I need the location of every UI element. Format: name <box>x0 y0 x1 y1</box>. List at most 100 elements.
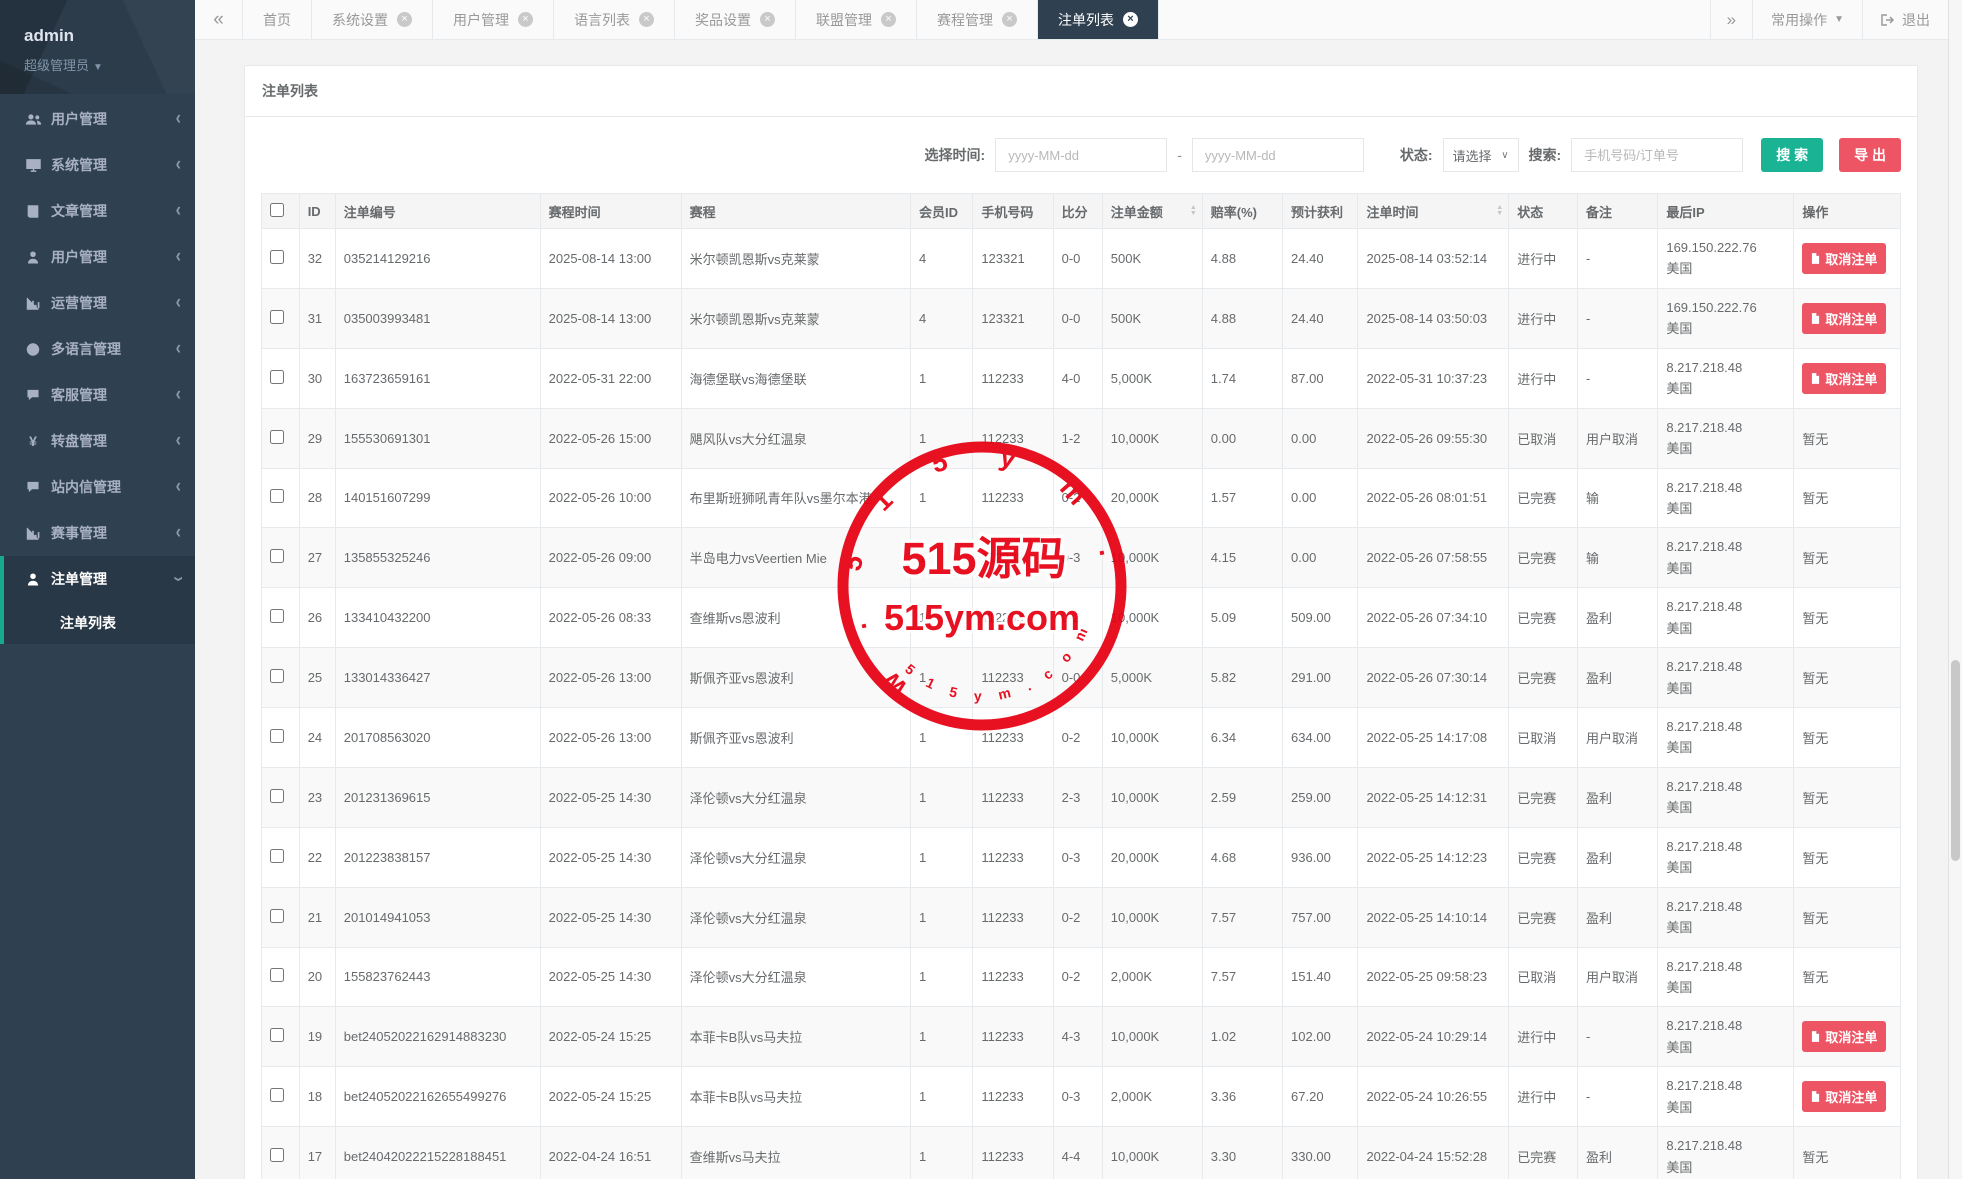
row-checkbox[interactable] <box>270 1148 284 1162</box>
cell-ip: 8.217.218.48美国 <box>1658 468 1794 528</box>
tab-close-icon[interactable]: × <box>518 12 533 27</box>
row-checkbox[interactable] <box>270 310 284 324</box>
column-header-预计获利: 预计获利 <box>1283 194 1358 229</box>
tab-close-icon[interactable]: × <box>397 12 412 27</box>
vertical-scrollbar[interactable] <box>1948 0 1962 1179</box>
tab-系统设置[interactable]: 系统设置× <box>312 0 433 39</box>
status-select[interactable]: 请选择 ∨ <box>1443 138 1519 172</box>
sort-icon[interactable]: ▲▼ <box>1190 205 1197 217</box>
row-checkbox[interactable] <box>270 250 284 264</box>
cell-checkbox <box>262 827 300 887</box>
sidebar-item-多语言管理[interactable]: 多语言管理‹ <box>0 326 195 372</box>
expand-tabs-button[interactable]: » <box>1710 0 1752 39</box>
tab-close-icon[interactable]: × <box>639 12 654 27</box>
tab-close-icon[interactable]: × <box>881 12 896 27</box>
row-checkbox[interactable] <box>270 489 284 503</box>
cell-member_id: 4 <box>911 229 973 289</box>
cell-odds: 4.15 <box>1202 528 1282 588</box>
row-checkbox[interactable] <box>270 609 284 623</box>
row-checkbox[interactable] <box>270 1088 284 1102</box>
cell-member_id: 1 <box>911 468 973 528</box>
sidebar-item-注单管理[interactable]: 注单管理‹ <box>0 556 195 602</box>
tab-close-icon[interactable]: × <box>1123 12 1138 27</box>
row-checkbox[interactable] <box>270 1028 284 1042</box>
tab-label: 用户管理 <box>453 10 509 30</box>
cell-id: 32 <box>299 229 335 289</box>
row-checkbox[interactable] <box>270 729 284 743</box>
scrollbar-thumb[interactable] <box>1951 660 1960 860</box>
tab-close-icon[interactable]: × <box>760 12 775 27</box>
sidebar-item-赛事管理[interactable]: 赛事管理‹ <box>0 510 195 556</box>
sidebar-item-站内信管理[interactable]: 站内信管理‹ <box>0 464 195 510</box>
sidebar-item-转盘管理[interactable]: ¥转盘管理‹ <box>0 418 195 464</box>
sidebar-item-系统管理[interactable]: 系统管理‹ <box>0 142 195 188</box>
date-to-input[interactable] <box>1192 138 1364 172</box>
cell-odds: 6.34 <box>1202 708 1282 768</box>
tab-label: 首页 <box>263 10 291 30</box>
tab-用户管理[interactable]: 用户管理 × <box>433 0 554 39</box>
role-dropdown[interactable]: 超级管理员▼ <box>24 55 171 74</box>
column-header-比分: 比分 <box>1053 194 1102 229</box>
cancel-order-button[interactable]: 取消注单 <box>1802 243 1886 274</box>
cell-score: 0-2 <box>1053 708 1102 768</box>
cell-amount: 500K <box>1102 288 1202 348</box>
search-button[interactable]: 搜 索 <box>1761 138 1823 172</box>
cancel-order-button[interactable]: 取消注单 <box>1802 1081 1886 1112</box>
cell-action: 暂无 <box>1794 708 1901 768</box>
select-all-checkbox[interactable] <box>270 203 284 217</box>
cell-checkbox <box>262 947 300 1007</box>
row-checkbox[interactable] <box>270 669 284 683</box>
collapse-sidebar-button[interactable]: « <box>195 0 243 39</box>
cell-status: 已完赛 <box>1509 468 1578 528</box>
ip-location: 美国 <box>1666 678 1785 699</box>
cell-status: 已完赛 <box>1509 588 1578 648</box>
tab-close-icon[interactable]: × <box>1002 12 1017 27</box>
sidebar-item-用户管理[interactable]: 用户管理‹ <box>0 96 195 142</box>
tab-奖品设置[interactable]: 奖品设置× <box>675 0 796 39</box>
cell-odds: 0.00 <box>1202 408 1282 468</box>
tab-联盟管理[interactable]: 联盟管理× <box>796 0 917 39</box>
cell-score: 0-2 <box>1053 947 1102 1007</box>
table-row: 261334104322002022-05-26 08:33查维斯vs恩波利11… <box>262 588 1901 648</box>
row-checkbox[interactable] <box>270 789 284 803</box>
common-operations-dropdown[interactable]: 常用操作▼ <box>1752 0 1862 39</box>
row-checkbox[interactable] <box>270 849 284 863</box>
cell-score: 0-0 <box>1053 229 1102 289</box>
tab-注单列表[interactable]: 注单列表× <box>1038 0 1159 39</box>
date-from-input[interactable] <box>995 138 1167 172</box>
cancel-order-button[interactable]: 取消注单 <box>1802 363 1886 394</box>
sidebar-item-客服管理[interactable]: 客服管理‹ <box>0 372 195 418</box>
cancel-order-button[interactable]: 取消注单 <box>1802 1021 1886 1052</box>
search-input[interactable] <box>1571 138 1743 172</box>
tab-赛程管理[interactable]: 赛程管理× <box>917 0 1038 39</box>
cancel-order-label: 取消注单 <box>1825 1027 1877 1046</box>
sidebar-subitem-注单列表[interactable]: 注单列表 <box>0 602 195 644</box>
row-checkbox[interactable] <box>270 370 284 384</box>
common-operations-label: 常用操作 <box>1771 10 1827 30</box>
tab-首页[interactable]: 首页 <box>243 0 312 39</box>
cell-expected_profit: 102.00 <box>1283 1007 1358 1067</box>
sidebar-item-用户管理[interactable]: 用户管理‹ <box>0 234 195 280</box>
sidebar-item-文章管理[interactable]: 文章管理‹ <box>0 188 195 234</box>
cell-ip: 8.217.218.48美国 <box>1658 827 1794 887</box>
row-checkbox[interactable] <box>270 968 284 982</box>
ip-location: 美国 <box>1666 558 1785 579</box>
sort-icon[interactable]: ▲▼ <box>1496 205 1503 217</box>
chevron-icon: ‹ <box>176 431 181 450</box>
row-checkbox[interactable] <box>270 909 284 923</box>
row-checkbox[interactable] <box>270 430 284 444</box>
cell-ip: 8.217.218.48美国 <box>1658 767 1794 827</box>
cancel-order-button[interactable]: 取消注单 <box>1802 303 1886 334</box>
table-row: 291555306913012022-05-26 15:00飓风队vs大分红温泉… <box>262 408 1901 468</box>
tab-语言列表[interactable]: 语言列表× <box>554 0 675 39</box>
row-checkbox[interactable] <box>270 549 284 563</box>
sidebar-item-运营管理[interactable]: 运营管理‹ <box>0 280 195 326</box>
ip-address: 8.217.218.48 <box>1666 896 1785 917</box>
cell-match: 斯佩齐亚vs恩波利 <box>681 708 910 768</box>
cell-score: 0-0 <box>1053 648 1102 708</box>
order-list-panel: 注单列表 选择时间: - 状态: 请选择 ∨ 搜索: 搜 索 导 出 ID注单编… <box>244 65 1918 1179</box>
chevrons-right-icon: » <box>1727 10 1736 30</box>
export-button[interactable]: 导 出 <box>1839 138 1901 172</box>
logout-button[interactable]: 退出 <box>1862 0 1948 39</box>
cell-checkbox <box>262 528 300 588</box>
